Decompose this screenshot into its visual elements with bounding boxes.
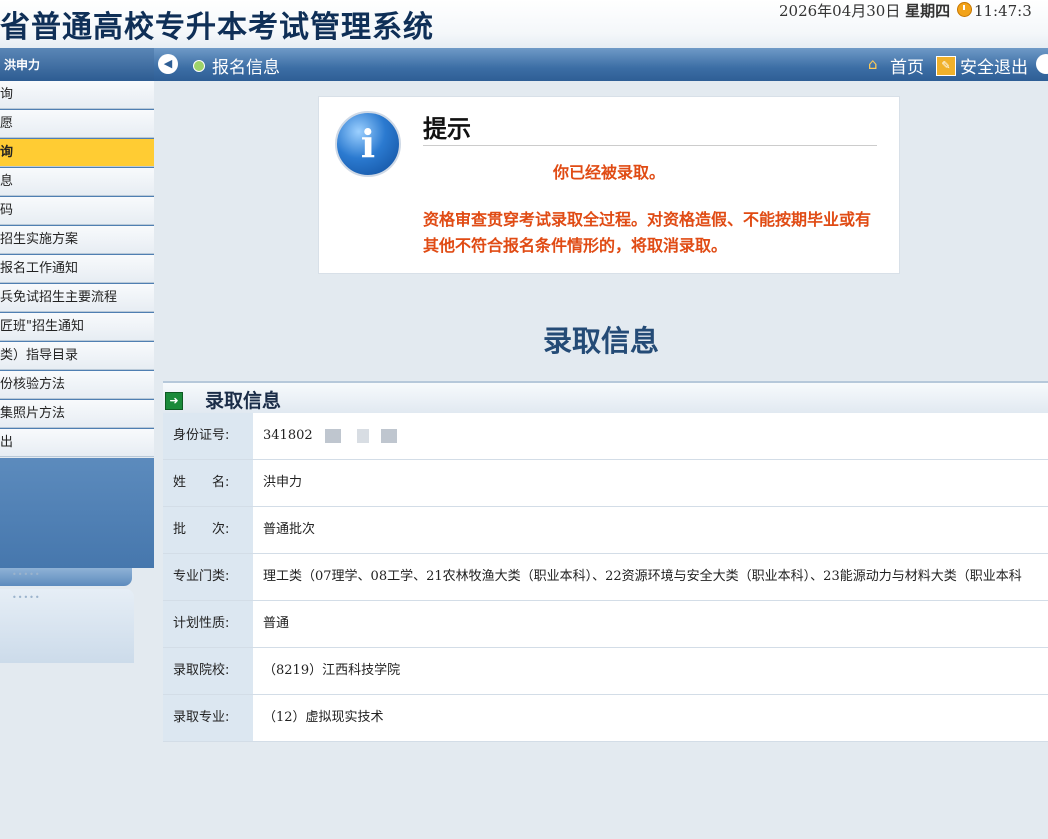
table-row: 录取专业: （12）虚拟现实技术 [163, 695, 1048, 742]
row-label: 计划性质: [163, 601, 253, 647]
sidebar-lower-panel: ••••• [0, 589, 134, 663]
table-row: 姓 名: 洪申力 [163, 460, 1048, 507]
forward-arrow-icon[interactable] [1036, 54, 1048, 74]
top-nav-bar: ◀ 报名信息 ⌂ 首页 ✎ 安全退出 [154, 48, 1048, 81]
row-value: （8219）江西科技学院 [253, 648, 1048, 694]
row-value: 洪申力 [253, 460, 1048, 506]
sidebar-item-8[interactable]: 匠班"招生通知 [0, 313, 154, 341]
row-label: 录取专业: [163, 695, 253, 741]
table-row: 专业门类: 理工类（07理学、08工学、21农林牧渔大类（职业本科）、22资源环… [163, 554, 1048, 601]
grip-icon: ••••• [12, 593, 41, 602]
notice-title: 提示 [423, 115, 471, 143]
sidebar-item-0[interactable]: 询 [0, 81, 154, 109]
grip-icon: ••••• [12, 570, 41, 579]
current-date: 2026年04月30日 [779, 2, 901, 20]
sidebar: 洪申力 询 愿 询 息 码 招生实施方案 报名工作通知 兵免试招生主要流程 匠班… [0, 48, 154, 839]
home-link[interactable]: 首页 [890, 53, 924, 78]
sidebar-item-4[interactable]: 码 [0, 197, 154, 225]
current-time: 11:47:3 [973, 2, 1032, 20]
sidebar-item-1[interactable]: 愿 [0, 110, 154, 138]
app-header: 省普通高校专升本考试管理系统 2026年04月30日 星期四 11:47:3 [0, 0, 1048, 48]
sidebar-item-5[interactable]: 招生实施方案 [0, 226, 154, 254]
clock-icon [956, 2, 972, 17]
notice-box: i 提示 你已经被录取。 资格审查贯穿考试录取全过程。对资格造假、不能按期毕业或… [318, 96, 900, 274]
row-value: 普通 [253, 601, 1048, 647]
row-label: 身份证号: [163, 413, 253, 459]
table-row: 录取院校: （8219）江西科技学院 [163, 648, 1048, 695]
redaction-block [324, 428, 341, 443]
row-label: 专业门类: [163, 554, 253, 600]
panel-title: 录取信息 [205, 390, 282, 412]
datetime-display: 2026年04月30日 星期四 11:47:3 [779, 0, 1032, 21]
table-row: 批 次: 普通批次 [163, 507, 1048, 554]
sidebar-item-3[interactable]: 息 [0, 168, 154, 196]
section-heading: 录取信息 [542, 324, 659, 358]
sidebar-item-7[interactable]: 兵免试招生主要流程 [0, 284, 154, 312]
system-title: 省普通高校专升本考试管理系统 [0, 10, 434, 45]
sidebar-collapse-handle[interactable]: ••••• [0, 568, 132, 586]
sidebar-item-6[interactable]: 报名工作通知 [0, 255, 154, 283]
redaction-block [380, 428, 397, 443]
sidebar-item-11[interactable]: 集照片方法 [0, 400, 154, 428]
row-label: 姓 名: [163, 460, 253, 506]
back-arrow-icon[interactable]: ◀ [158, 54, 178, 74]
sidebar-item-2-active[interactable]: 询 [0, 139, 154, 167]
home-icon[interactable]: ⌂ [868, 57, 884, 72]
sidebar-blank-area [0, 458, 154, 568]
table-row: 计划性质: 普通 [163, 601, 1048, 648]
sidebar-item-12[interactable]: 出 [0, 429, 154, 457]
row-value: （12）虚拟现实技术 [253, 695, 1048, 741]
row-label: 录取院校: [163, 648, 253, 694]
current-location: 报名信息 [212, 58, 280, 78]
sidebar-item-9[interactable]: 类）指导目录 [0, 342, 154, 370]
arrow-right-icon: ➜ [165, 392, 183, 410]
redaction-block [356, 428, 369, 443]
row-value: 理工类（07理学、08工学、21农林牧渔大类（职业本科）、22资源环境与安全大类… [253, 554, 1048, 600]
table-row: 身份证号: 341802 [163, 413, 1048, 460]
admission-info-panel: ➜ 录取信息 身份证号: 341802 姓 名: 洪申力 批 次: 普通批次 专… [163, 381, 1048, 742]
sidebar-item-10[interactable]: 份核验方法 [0, 371, 154, 399]
current-weekday: 星期四 [905, 2, 951, 20]
panel-header: ➜ 录取信息 [163, 381, 1048, 413]
logout-icon[interactable]: ✎ [936, 56, 956, 76]
sidebar-menu: 询 愿 询 息 码 招生实施方案 报名工作通知 兵免试招生主要流程 匠班"招生通… [0, 81, 154, 457]
id-number: 341802 [263, 428, 313, 443]
location-icon [193, 60, 205, 72]
sidebar-user: 洪申力 [0, 48, 154, 81]
notice-message: 你已经被录取。 [552, 163, 665, 182]
logout-link[interactable]: 安全退出 [960, 53, 1028, 78]
notice-description: 资格审查贯穿考试录取全过程。对资格造假、不能按期毕业或有其他不符合报名条件情形的… [423, 210, 872, 255]
row-value: 普通批次 [253, 507, 1048, 553]
row-value: 341802 [253, 413, 1048, 459]
row-label: 批 次: [163, 507, 253, 553]
notice-divider [423, 145, 877, 146]
